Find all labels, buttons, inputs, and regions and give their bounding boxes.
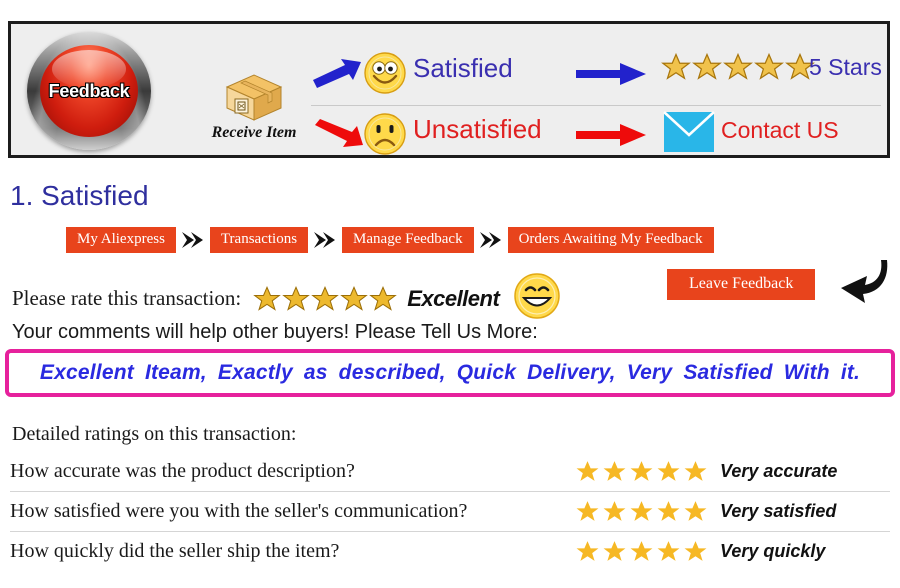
breadcrumb-item-my-aliexpress[interactable]: My Aliexpress (66, 227, 176, 253)
breadcrumb-item-transactions[interactable]: Transactions (209, 227, 309, 253)
detailed-rating-answer: Very satisfied (720, 501, 837, 521)
breadcrumb-separator-icon (308, 230, 342, 250)
five-stars-label: 5 Stars (809, 54, 882, 80)
star-icon (692, 52, 722, 80)
section-title: 1. Satisfied (10, 180, 149, 211)
rating-value-label: Excellent (407, 285, 500, 311)
detailed-rating-stars[interactable] (575, 459, 708, 484)
star-icon (630, 461, 653, 481)
star-icon (754, 52, 784, 80)
star-icon (576, 461, 599, 481)
unsatisfied-row: Unsatisfied Contact US (311, 109, 886, 162)
receive-item-block: Receive Item (189, 71, 319, 142)
star-icon (311, 285, 339, 311)
detailed-ratings-title: Detailed ratings on this transaction: (12, 423, 297, 445)
comments-prompt: Your comments will help other buyers! Pl… (12, 321, 538, 343)
unsatisfied-label: Unsatisfied (413, 114, 542, 144)
star-icon (253, 285, 281, 311)
star-icon (661, 52, 691, 80)
transaction-rating-row: Please rate this transaction: Excellent (12, 272, 561, 325)
transaction-star-rating[interactable] (253, 285, 397, 313)
comment-text: Excellent Iteam, Exactly as described, Q… (39, 361, 861, 384)
blue-arrow-icon (313, 59, 361, 88)
feedback-button-face: Feedback (40, 45, 138, 137)
detailed-rating-question: How quickly did the seller ship the item… (10, 540, 340, 562)
star-icon (657, 541, 680, 561)
star-icon (603, 501, 626, 521)
star-icon (630, 541, 653, 561)
detailed-rating-stars[interactable] (575, 539, 708, 564)
breadcrumb-item-manage-feedback[interactable]: Manage Feedback (342, 227, 474, 253)
star-icon (576, 541, 599, 561)
satisfied-label: Satisfied (413, 53, 513, 83)
table-row: How accurate was the product description… (10, 452, 890, 492)
breadcrumb-separator-icon (474, 230, 508, 250)
detailed-rating-answer: Very quickly (720, 541, 826, 561)
star-icon (657, 461, 680, 481)
detailed-rating-stars[interactable] (575, 499, 708, 524)
smiley-grin-icon (513, 272, 561, 325)
package-box-icon (225, 74, 283, 121)
rate-prompt: Please rate this transaction: (12, 286, 242, 310)
red-arrow-2-icon (576, 124, 646, 146)
receive-item-label: Receive Item (211, 124, 297, 141)
contact-us-label: Contact US (721, 117, 839, 143)
blue-arrow-2-icon (576, 63, 646, 85)
star-icon (657, 501, 680, 521)
star-icon (576, 501, 599, 521)
detailed-ratings-list: How accurate was the product description… (10, 452, 890, 571)
curved-arrow-icon (841, 260, 888, 303)
star-icon (340, 285, 368, 311)
detailed-rating-question: How satisfied were you with the seller's… (10, 500, 468, 522)
star-icon (603, 541, 626, 561)
leave-feedback-button[interactable]: Leave Feedback (667, 269, 816, 300)
star-icon (603, 461, 626, 481)
feedback-round-button[interactable]: Feedback (27, 32, 151, 150)
star-icon (723, 52, 753, 80)
feedback-banner: Feedback Receive Item Satisfied 5 Stars … (8, 21, 890, 158)
table-row: How satisfied were you with the seller's… (10, 492, 890, 532)
breadcrumb: My Aliexpress Transactions Manage Feedba… (66, 227, 714, 253)
star-icon (684, 461, 707, 481)
banner-star-rating (661, 52, 815, 82)
smiley-sad-icon (363, 112, 407, 161)
banner-divider (311, 105, 881, 106)
breadcrumb-separator-icon (176, 230, 210, 250)
star-icon (684, 501, 707, 521)
star-icon (630, 501, 653, 521)
red-arrow-icon (315, 119, 363, 147)
satisfied-row: Satisfied 5 Stars (311, 48, 886, 101)
table-row: How quickly did the seller ship the item… (10, 532, 890, 571)
smiley-happy-icon (363, 51, 407, 100)
star-icon (684, 541, 707, 561)
comment-textbox[interactable]: Excellent Iteam, Exactly as described, Q… (5, 349, 895, 397)
mail-envelope-icon[interactable] (663, 111, 715, 158)
detailed-rating-answer: Very accurate (720, 461, 838, 481)
breadcrumb-item-orders-awaiting[interactable]: Orders Awaiting My Feedback (507, 227, 714, 253)
feedback-button-label: Feedback (48, 80, 130, 101)
detailed-rating-question: How accurate was the product description… (10, 460, 355, 482)
star-icon (369, 285, 397, 311)
star-icon (282, 285, 310, 311)
